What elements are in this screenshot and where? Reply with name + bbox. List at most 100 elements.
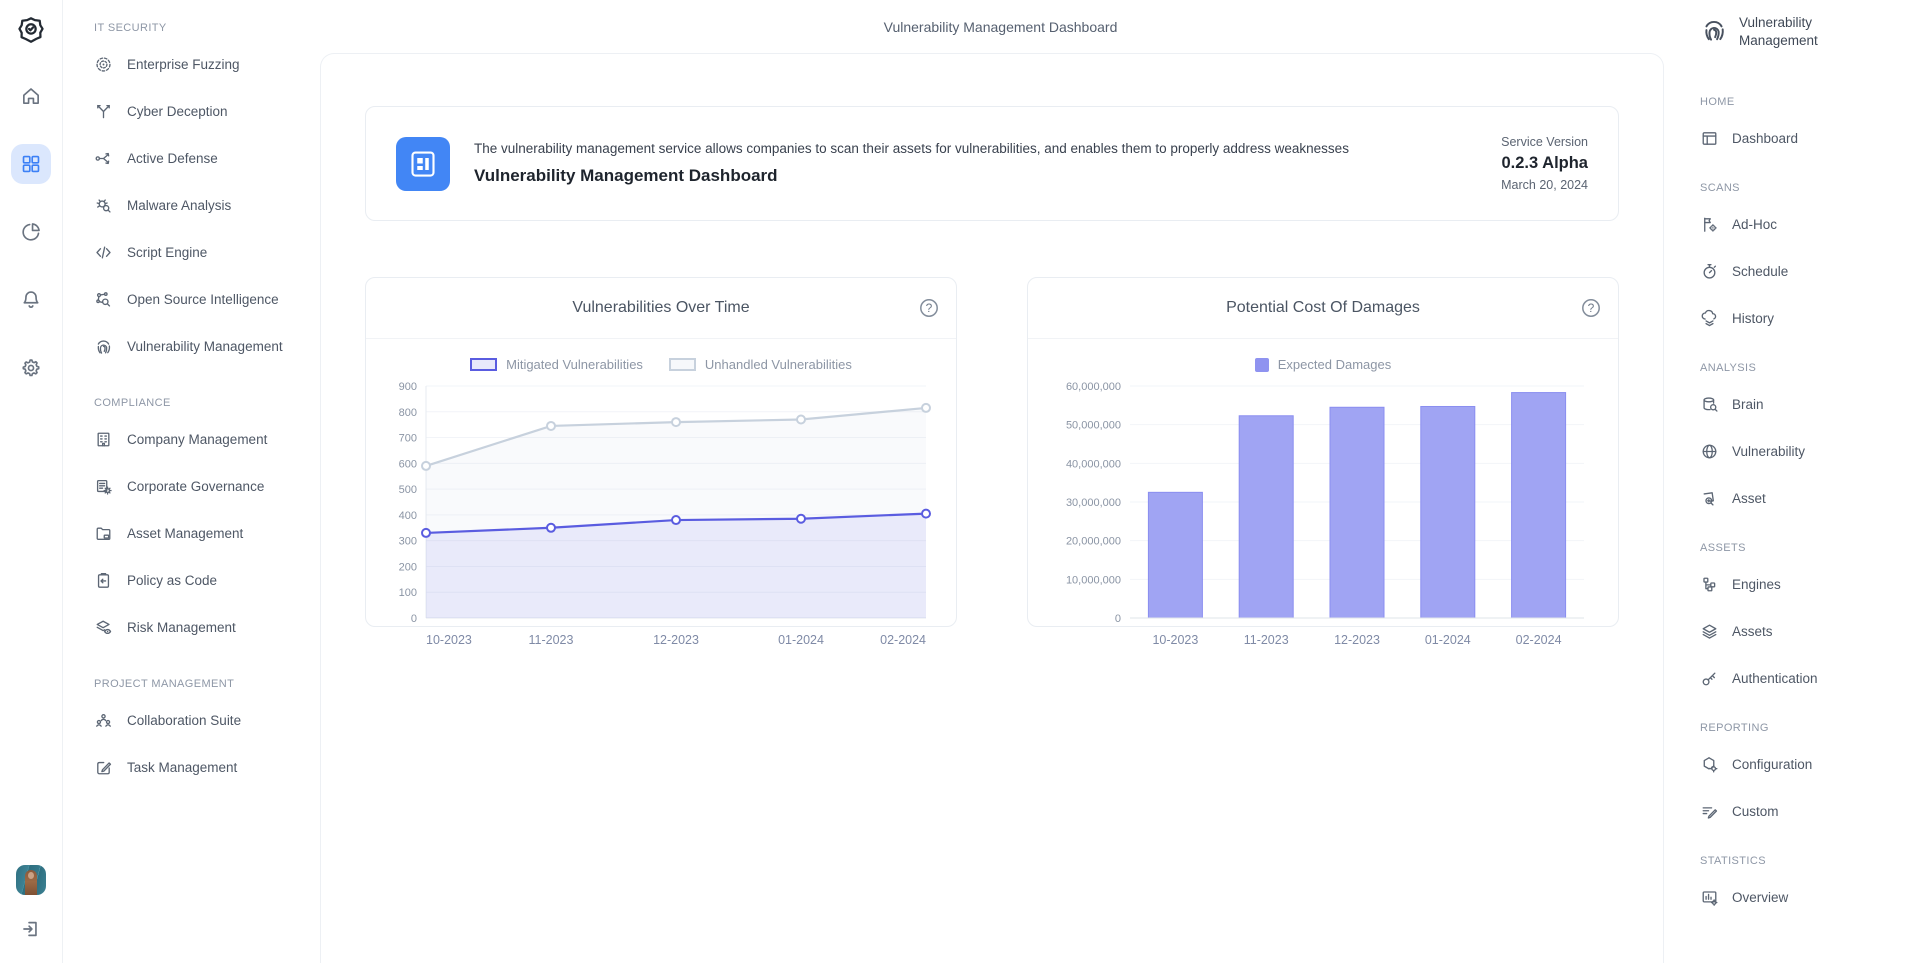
right-item-configuration[interactable]: Configuration xyxy=(1700,741,1910,788)
rail-dashboard-button[interactable] xyxy=(11,144,51,184)
right-item-authentication[interactable]: Authentication xyxy=(1700,655,1910,702)
right-sidebar: Vulnerability Management HOME Dashboard … xyxy=(1683,0,1920,963)
user-avatar[interactable] xyxy=(16,865,46,895)
sidebar-item-label: Risk Management xyxy=(127,620,236,635)
service-version-block: Service Version 0.2.3 Alpha March 20, 20… xyxy=(1501,135,1588,192)
right-item-vulnerability[interactable]: Vulnerability xyxy=(1700,428,1910,475)
sidebar-item-vulnerability-management[interactable]: Vulnerability Management xyxy=(94,323,308,370)
sidebar-item-open-source-intelligence[interactable]: Open Source Intelligence xyxy=(94,276,308,323)
sidebar-item-collaboration-suite[interactable]: Collaboration Suite xyxy=(94,697,308,744)
right-item-label: Custom xyxy=(1732,804,1779,819)
svg-text:60,000,000: 60,000,000 xyxy=(1066,381,1121,393)
sidebar-item-script-engine[interactable]: Script Engine xyxy=(94,229,308,276)
right-item-label: Assets xyxy=(1732,624,1773,639)
svg-text:30,000,000: 30,000,000 xyxy=(1066,497,1121,509)
charts-row: Vulnerabilities Over Time ? Mitigated Vu… xyxy=(365,277,1619,627)
svg-text:600: 600 xyxy=(399,458,417,470)
main-area: Vulnerability Management Dashboard The v… xyxy=(318,0,1683,963)
rail-settings-button[interactable] xyxy=(11,348,51,388)
right-item-label: Overview xyxy=(1732,890,1788,905)
line-chart-canvas: 010020030040050060070080090010-202311-20… xyxy=(382,372,934,660)
bar-chart-body: Expected Damages 010,000,00020,000,00030… xyxy=(1028,339,1618,665)
sidebar-item-malware-analysis[interactable]: Malware Analysis xyxy=(94,182,308,229)
sidebar-item-label: Policy as Code xyxy=(127,573,217,588)
bar-chart-canvas: 010,000,00020,000,00030,000,00040,000,00… xyxy=(1044,372,1596,660)
module-brand: Vulnerability Management xyxy=(1700,14,1910,76)
right-item-label: Ad-Hoc xyxy=(1732,217,1777,232)
sidebar-item-active-defense[interactable]: Active Defense xyxy=(94,135,308,182)
potential-cost-of-damages-card: Potential Cost Of Damages ? Expected Dam… xyxy=(1027,277,1619,627)
right-section-assets: ASSETS Engines Assets Authentication xyxy=(1700,542,1910,702)
section-header-statistics: STATISTICS xyxy=(1700,855,1910,867)
right-item-overview[interactable]: Overview xyxy=(1700,874,1910,921)
svg-text:800: 800 xyxy=(399,407,417,419)
right-item-brain[interactable]: Brain xyxy=(1700,381,1910,428)
right-item-asset[interactable]: Asset xyxy=(1700,475,1910,522)
line-chart-legend: Mitigated Vulnerabilities Unhandled Vuln… xyxy=(382,357,940,372)
svg-text:02-2024: 02-2024 xyxy=(1516,633,1562,647)
svg-text:12-2023: 12-2023 xyxy=(653,633,699,647)
service-info-text: The vulnerability management service all… xyxy=(474,141,1477,186)
sidebar-item-risk-management[interactable]: Risk Management xyxy=(94,604,308,651)
sidebar-item-policy-as-code[interactable]: Policy as Code xyxy=(94,557,308,604)
rail-notifications-button[interactable] xyxy=(11,280,51,320)
sidebar-item-enterprise-fuzzing[interactable]: Enterprise Fuzzing xyxy=(94,41,308,88)
right-item-engines[interactable]: Engines xyxy=(1700,561,1910,608)
module-brand-name: Vulnerability Management xyxy=(1739,14,1849,49)
left-sidebar: IT SECURITY Enterprise Fuzzing Cyber Dec… xyxy=(63,0,318,963)
rail-analytics-button[interactable] xyxy=(11,212,51,252)
chart-header: Potential Cost Of Damages ? xyxy=(1028,278,1618,339)
right-item-custom[interactable]: Custom xyxy=(1700,788,1910,835)
target-circles-icon xyxy=(94,55,113,74)
rail-home-button[interactable] xyxy=(11,76,51,116)
svg-text:11-2023: 11-2023 xyxy=(1244,633,1289,647)
sidebar-item-label: Enterprise Fuzzing xyxy=(127,57,240,72)
right-item-assets[interactable]: Assets xyxy=(1700,608,1910,655)
right-item-dashboard[interactable]: Dashboard xyxy=(1700,115,1910,162)
building-icon xyxy=(94,430,113,449)
section-header-assets: ASSETS xyxy=(1700,542,1910,554)
sidebar-item-cyber-deception[interactable]: Cyber Deception xyxy=(94,88,308,135)
sidebar-item-task-management[interactable]: Task Management xyxy=(94,744,308,791)
dashboard-widget-icon xyxy=(396,137,450,191)
line-chart-body: Mitigated Vulnerabilities Unhandled Vuln… xyxy=(366,339,956,665)
svg-text:10-2023: 10-2023 xyxy=(1152,633,1198,647)
layers-icon xyxy=(1700,622,1719,641)
service-version-value: 0.2.3 Alpha xyxy=(1501,154,1588,173)
right-item-label: Vulnerability xyxy=(1732,444,1805,459)
branch-arrow-icon xyxy=(94,102,113,121)
svg-text:0: 0 xyxy=(411,613,417,625)
right-item-schedule[interactable]: Schedule xyxy=(1700,248,1910,295)
document-gear-icon xyxy=(94,477,113,496)
stopwatch-icon xyxy=(1700,262,1719,281)
sidebar-item-label: Asset Management xyxy=(127,526,243,541)
svg-text:01-2024: 01-2024 xyxy=(778,633,824,647)
sidebar-item-asset-management[interactable]: Asset Management xyxy=(94,510,308,557)
right-item-ad-hoc[interactable]: Ad-Hoc xyxy=(1700,201,1910,248)
help-icon[interactable]: ? xyxy=(1580,297,1602,319)
svg-text:300: 300 xyxy=(399,536,417,548)
sidebar-item-company-management[interactable]: Company Management xyxy=(94,416,308,463)
bar-chart-legend: Expected Damages xyxy=(1044,357,1602,372)
top-header: Vulnerability Management Dashboard xyxy=(318,0,1683,53)
svg-text:100: 100 xyxy=(399,587,417,599)
sidebar-item-label: Malware Analysis xyxy=(127,198,231,213)
help-icon[interactable]: ? xyxy=(918,297,940,319)
svg-text:700: 700 xyxy=(399,433,417,445)
right-item-history[interactable]: History xyxy=(1700,295,1910,342)
vulnerabilities-over-time-card: Vulnerabilities Over Time ? Mitigated Vu… xyxy=(365,277,957,627)
logout-button[interactable] xyxy=(11,909,51,949)
sidebar-item-corporate-governance[interactable]: Corporate Governance xyxy=(94,463,308,510)
share-arrows-icon xyxy=(94,149,113,168)
hexagon-gear-icon xyxy=(1700,755,1719,774)
sidebar-item-label: Corporate Governance xyxy=(127,479,264,494)
globe-icon xyxy=(1700,442,1719,461)
chart-title: Potential Cost Of Damages xyxy=(1226,299,1420,317)
right-item-label: Configuration xyxy=(1732,757,1812,772)
people-group-icon xyxy=(94,711,113,730)
svg-text:200: 200 xyxy=(399,561,417,573)
right-section-analysis: ANALYSIS Brain Vulnerability Asset xyxy=(1700,362,1910,522)
right-section-reporting: REPORTING Configuration Custom xyxy=(1700,722,1910,835)
svg-text:20,000,000: 20,000,000 xyxy=(1066,536,1121,548)
chart-window-icon xyxy=(1700,888,1719,907)
